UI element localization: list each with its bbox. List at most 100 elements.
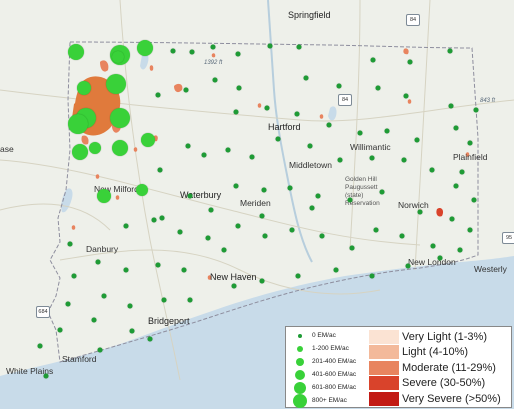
survey-site[interactable] bbox=[97, 189, 111, 203]
survey-site[interactable] bbox=[319, 233, 325, 239]
survey-site[interactable] bbox=[201, 152, 207, 158]
survey-site[interactable] bbox=[205, 235, 211, 241]
survey-site[interactable] bbox=[453, 183, 459, 189]
survey-site[interactable] bbox=[112, 140, 128, 156]
survey-site[interactable] bbox=[95, 259, 101, 265]
survey-site[interactable] bbox=[384, 128, 390, 134]
survey-site[interactable] bbox=[68, 114, 88, 134]
map[interactable]: Springfield Hartford Waterbury New Milfo… bbox=[0, 0, 514, 409]
survey-site[interactable] bbox=[141, 133, 155, 147]
survey-site[interactable] bbox=[289, 227, 295, 233]
survey-site[interactable] bbox=[233, 109, 239, 115]
survey-site[interactable] bbox=[287, 185, 293, 191]
survey-site[interactable] bbox=[459, 169, 465, 175]
survey-site[interactable] bbox=[151, 217, 157, 223]
survey-site[interactable] bbox=[37, 343, 43, 349]
survey-site[interactable] bbox=[137, 40, 153, 56]
survey-site[interactable] bbox=[405, 263, 411, 269]
survey-site[interactable] bbox=[236, 85, 242, 91]
survey-site[interactable] bbox=[72, 144, 88, 160]
survey-site[interactable] bbox=[262, 233, 268, 239]
survey-site[interactable] bbox=[89, 142, 101, 154]
survey-site[interactable] bbox=[136, 184, 148, 196]
survey-site[interactable] bbox=[307, 143, 313, 149]
survey-site[interactable] bbox=[295, 273, 301, 279]
survey-site[interactable] bbox=[303, 75, 309, 81]
survey-site[interactable] bbox=[249, 154, 255, 160]
survey-site[interactable] bbox=[375, 85, 381, 91]
survey-site[interactable] bbox=[123, 223, 129, 229]
survey-site[interactable] bbox=[221, 247, 227, 253]
survey-site[interactable] bbox=[187, 297, 193, 303]
survey-site[interactable] bbox=[187, 193, 193, 199]
survey-site[interactable] bbox=[369, 155, 375, 161]
survey-site[interactable] bbox=[43, 373, 49, 379]
survey-site[interactable] bbox=[457, 247, 463, 253]
survey-site[interactable] bbox=[170, 48, 176, 54]
survey-site[interactable] bbox=[275, 136, 281, 142]
survey-site[interactable] bbox=[403, 93, 409, 99]
survey-site[interactable] bbox=[315, 193, 321, 199]
survey-site[interactable] bbox=[373, 227, 379, 233]
survey-site[interactable] bbox=[183, 87, 189, 93]
survey-site[interactable] bbox=[347, 197, 353, 203]
survey-site[interactable] bbox=[106, 74, 126, 94]
survey-site[interactable] bbox=[447, 48, 453, 54]
survey-site[interactable] bbox=[91, 317, 97, 323]
survey-site[interactable] bbox=[189, 49, 195, 55]
survey-site[interactable] bbox=[448, 103, 454, 109]
survey-site[interactable] bbox=[212, 77, 218, 83]
survey-site[interactable] bbox=[337, 157, 343, 163]
survey-site[interactable] bbox=[326, 122, 332, 128]
survey-site[interactable] bbox=[333, 267, 339, 273]
survey-site[interactable] bbox=[231, 283, 237, 289]
survey-site[interactable] bbox=[370, 57, 376, 63]
survey-site[interactable] bbox=[129, 328, 135, 334]
survey-site[interactable] bbox=[235, 223, 241, 229]
survey-site[interactable] bbox=[123, 267, 129, 273]
survey-site[interactable] bbox=[127, 303, 133, 309]
survey-site[interactable] bbox=[67, 241, 73, 247]
survey-site[interactable] bbox=[336, 83, 342, 89]
survey-site[interactable] bbox=[357, 130, 363, 136]
survey-site[interactable] bbox=[449, 216, 455, 222]
survey-site[interactable] bbox=[399, 233, 405, 239]
survey-site[interactable] bbox=[429, 167, 435, 173]
survey-site[interactable] bbox=[185, 143, 191, 149]
survey-site[interactable] bbox=[261, 187, 267, 193]
survey-site[interactable] bbox=[57, 327, 63, 333]
survey-site[interactable] bbox=[369, 273, 375, 279]
survey-site[interactable] bbox=[294, 111, 300, 117]
survey-site[interactable] bbox=[157, 167, 163, 173]
survey-site[interactable] bbox=[161, 297, 167, 303]
survey-site[interactable] bbox=[414, 137, 420, 143]
survey-site[interactable] bbox=[259, 213, 265, 219]
survey-site[interactable] bbox=[430, 243, 436, 249]
survey-site[interactable] bbox=[233, 183, 239, 189]
survey-site[interactable] bbox=[112, 51, 124, 63]
survey-site[interactable] bbox=[417, 209, 423, 215]
survey-site[interactable] bbox=[471, 197, 477, 203]
survey-site[interactable] bbox=[467, 140, 473, 146]
survey-site[interactable] bbox=[267, 43, 273, 49]
survey-site[interactable] bbox=[437, 255, 443, 261]
survey-site[interactable] bbox=[467, 227, 473, 233]
survey-site[interactable] bbox=[225, 147, 231, 153]
survey-site[interactable] bbox=[309, 205, 315, 211]
survey-site[interactable] bbox=[65, 301, 71, 307]
survey-site[interactable] bbox=[407, 59, 413, 65]
survey-site[interactable] bbox=[110, 108, 130, 128]
survey-site[interactable] bbox=[71, 273, 77, 279]
survey-site[interactable] bbox=[473, 107, 479, 113]
survey-site[interactable] bbox=[259, 278, 265, 284]
survey-site[interactable] bbox=[159, 215, 165, 221]
survey-site[interactable] bbox=[264, 105, 270, 111]
survey-site[interactable] bbox=[68, 44, 84, 60]
survey-site[interactable] bbox=[453, 125, 459, 131]
survey-site[interactable] bbox=[208, 207, 214, 213]
survey-site[interactable] bbox=[97, 347, 103, 353]
survey-site[interactable] bbox=[296, 44, 302, 50]
survey-site[interactable] bbox=[401, 157, 407, 163]
survey-site[interactable] bbox=[147, 336, 153, 342]
survey-site[interactable] bbox=[379, 189, 385, 195]
